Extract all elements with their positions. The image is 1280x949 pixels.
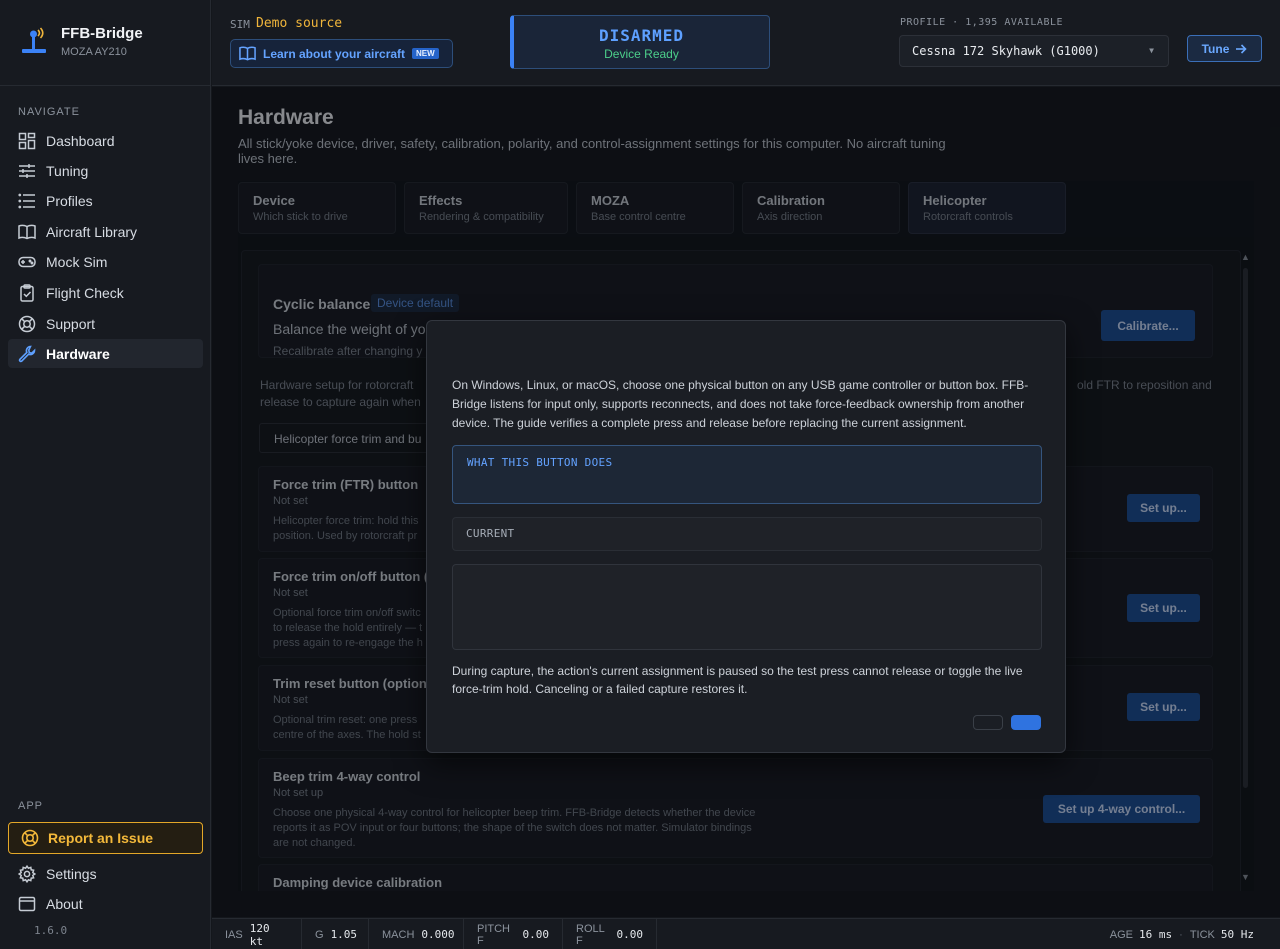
app-name: FFB-Bridge (61, 25, 143, 42)
lifebuoy-icon (18, 315, 36, 332)
sidebar-item-flight-check[interactable]: Flight Check (8, 278, 203, 307)
clipboard-check-icon (20, 283, 34, 302)
sidebar-item-support[interactable]: Support (8, 309, 203, 338)
g-value: 1.05 (330, 928, 358, 941)
sidebar-item-profiles[interactable]: Profiles (8, 186, 203, 215)
sidebar-item-label: Settings (46, 865, 97, 882)
age-label: AGE (1109, 928, 1134, 941)
report-issue-label: Report an Issue (48, 830, 154, 846)
arm-status-indicator: DISARMED Device Ready (510, 15, 770, 69)
wrench-icon (18, 345, 36, 362)
sidebar-item-settings[interactable]: Settings (8, 859, 203, 888)
dialog-description: On Windows, Linux, or macOS, choose one … (452, 378, 1029, 430)
dialog-note: During capture, the action's current ass… (452, 664, 1023, 696)
tune-label: Tune (1201, 41, 1230, 56)
app-section-label: APP (18, 800, 44, 812)
pitch-value: 0.00 (522, 928, 550, 941)
ias-readout: IAS 120 kt (212, 919, 302, 949)
tick-value: 50 Hz (1220, 928, 1254, 941)
sidebar-item-aircraft-library[interactable]: Aircraft Library (8, 217, 203, 246)
arm-status: DISARMED (598, 26, 685, 45)
button-capture-dialog: On Windows, Linux, or macOS, choose one … (426, 320, 1066, 753)
separator-dot: · (1179, 928, 1183, 941)
sim-source-value: Demo source (256, 16, 343, 31)
gear-icon (18, 864, 36, 883)
cancel-button[interactable] (973, 715, 1003, 730)
device-status: Device Ready (604, 47, 679, 61)
device-name: MOZA AY210 (61, 46, 127, 58)
mach-label: MACH (382, 928, 415, 941)
roll-value: 0.00 (616, 928, 644, 941)
sidebar-item-dashboard[interactable]: Dashboard (8, 126, 203, 155)
timing-readout: AGE 16 ms · TICK 50 Hz (1110, 919, 1254, 949)
arrow-right-icon (1236, 43, 1248, 54)
window-icon (18, 896, 36, 911)
tune-button[interactable]: Tune (1187, 35, 1262, 62)
sidebar-item-label: Tuning (46, 162, 89, 179)
sidebar-item-mock-sim[interactable]: Mock Sim (8, 247, 203, 276)
lifebuoy-icon (21, 829, 39, 847)
current-assignment-field: CURRENT (452, 517, 1042, 551)
mach-value: 0.000 (421, 928, 455, 941)
field-label: WHAT THIS BUTTON DOES (467, 456, 613, 469)
g-label: G (315, 928, 324, 941)
confirm-button[interactable] (1011, 715, 1041, 730)
list-icon (18, 193, 35, 208)
learn-aircraft-button[interactable]: Learn about your aircraft NEW (230, 39, 453, 68)
sidebar-item-label: Hardware (46, 345, 110, 362)
gamepad-icon (18, 256, 36, 267)
sidebar-item-label: Aircraft Library (46, 223, 138, 240)
mach-readout: MACH 0.000 (369, 919, 464, 949)
top-bar: SIM Demo source Learn about your aircraf… (212, 0, 1280, 86)
sidebar-item-label: Support (46, 315, 96, 332)
learn-aircraft-label: Learn about your aircraft (263, 46, 406, 61)
what-button-does-field[interactable]: WHAT THIS BUTTON DOES (452, 445, 1042, 504)
sim-label: SIM (230, 18, 250, 31)
profile-select[interactable]: Cessna 172 Skyhawk (G1000) ▼ (899, 35, 1169, 67)
telemetry-status-bar: IAS 120 kt G 1.05 MACH 0.000 PITCH F 0.00 RO… (212, 918, 1280, 949)
dashboard-icon (18, 132, 36, 149)
navigate-section-label: NAVIGATE (18, 106, 80, 118)
chevron-down-icon: ▼ (1149, 46, 1154, 55)
sidebar: FFB-Bridge MOZA AY210 NAVIGATE Dashboard… (0, 0, 211, 949)
profile-select-value: Cessna 172 Skyhawk (G1000) (912, 44, 1100, 58)
g-readout: G 1.05 (302, 919, 369, 949)
sliders-icon (19, 163, 35, 178)
sidebar-item-label: Profiles (46, 192, 93, 209)
field-label: CURRENT (466, 527, 515, 540)
pitch-force-readout: PITCH F 0.00 (464, 919, 563, 949)
sidebar-item-about[interactable]: About (8, 889, 203, 918)
sidebar-item-label: Mock Sim (46, 253, 108, 270)
profile-label: PROFILE · 1,395 AVAILABLE (900, 17, 1064, 28)
roll-label: ROLL F (576, 922, 605, 947)
sidebar-item-tuning[interactable]: Tuning (8, 156, 203, 185)
app-version: 1.6.0 (34, 924, 68, 937)
brand-header: FFB-Bridge MOZA AY210 (0, 0, 211, 86)
book-icon (18, 224, 36, 239)
book-icon (239, 46, 256, 61)
pitch-label: PITCH F (477, 922, 510, 947)
sidebar-item-label: Dashboard (46, 132, 115, 149)
capture-area (452, 564, 1042, 650)
tick-label: TICK (1189, 928, 1215, 941)
age-value: 16 ms (1139, 928, 1173, 941)
ias-label: IAS (225, 928, 243, 941)
roll-force-readout: ROLL F 0.00 (563, 919, 657, 949)
sidebar-item-hardware[interactable]: Hardware (8, 339, 203, 368)
report-issue-button[interactable]: Report an Issue (8, 822, 203, 854)
sidebar-item-label: Flight Check (46, 284, 124, 301)
joystick-logo-icon (22, 27, 46, 53)
new-badge: NEW (412, 48, 439, 59)
sidebar-item-label: About (46, 895, 83, 912)
ias-value: 120 kt (249, 921, 270, 948)
